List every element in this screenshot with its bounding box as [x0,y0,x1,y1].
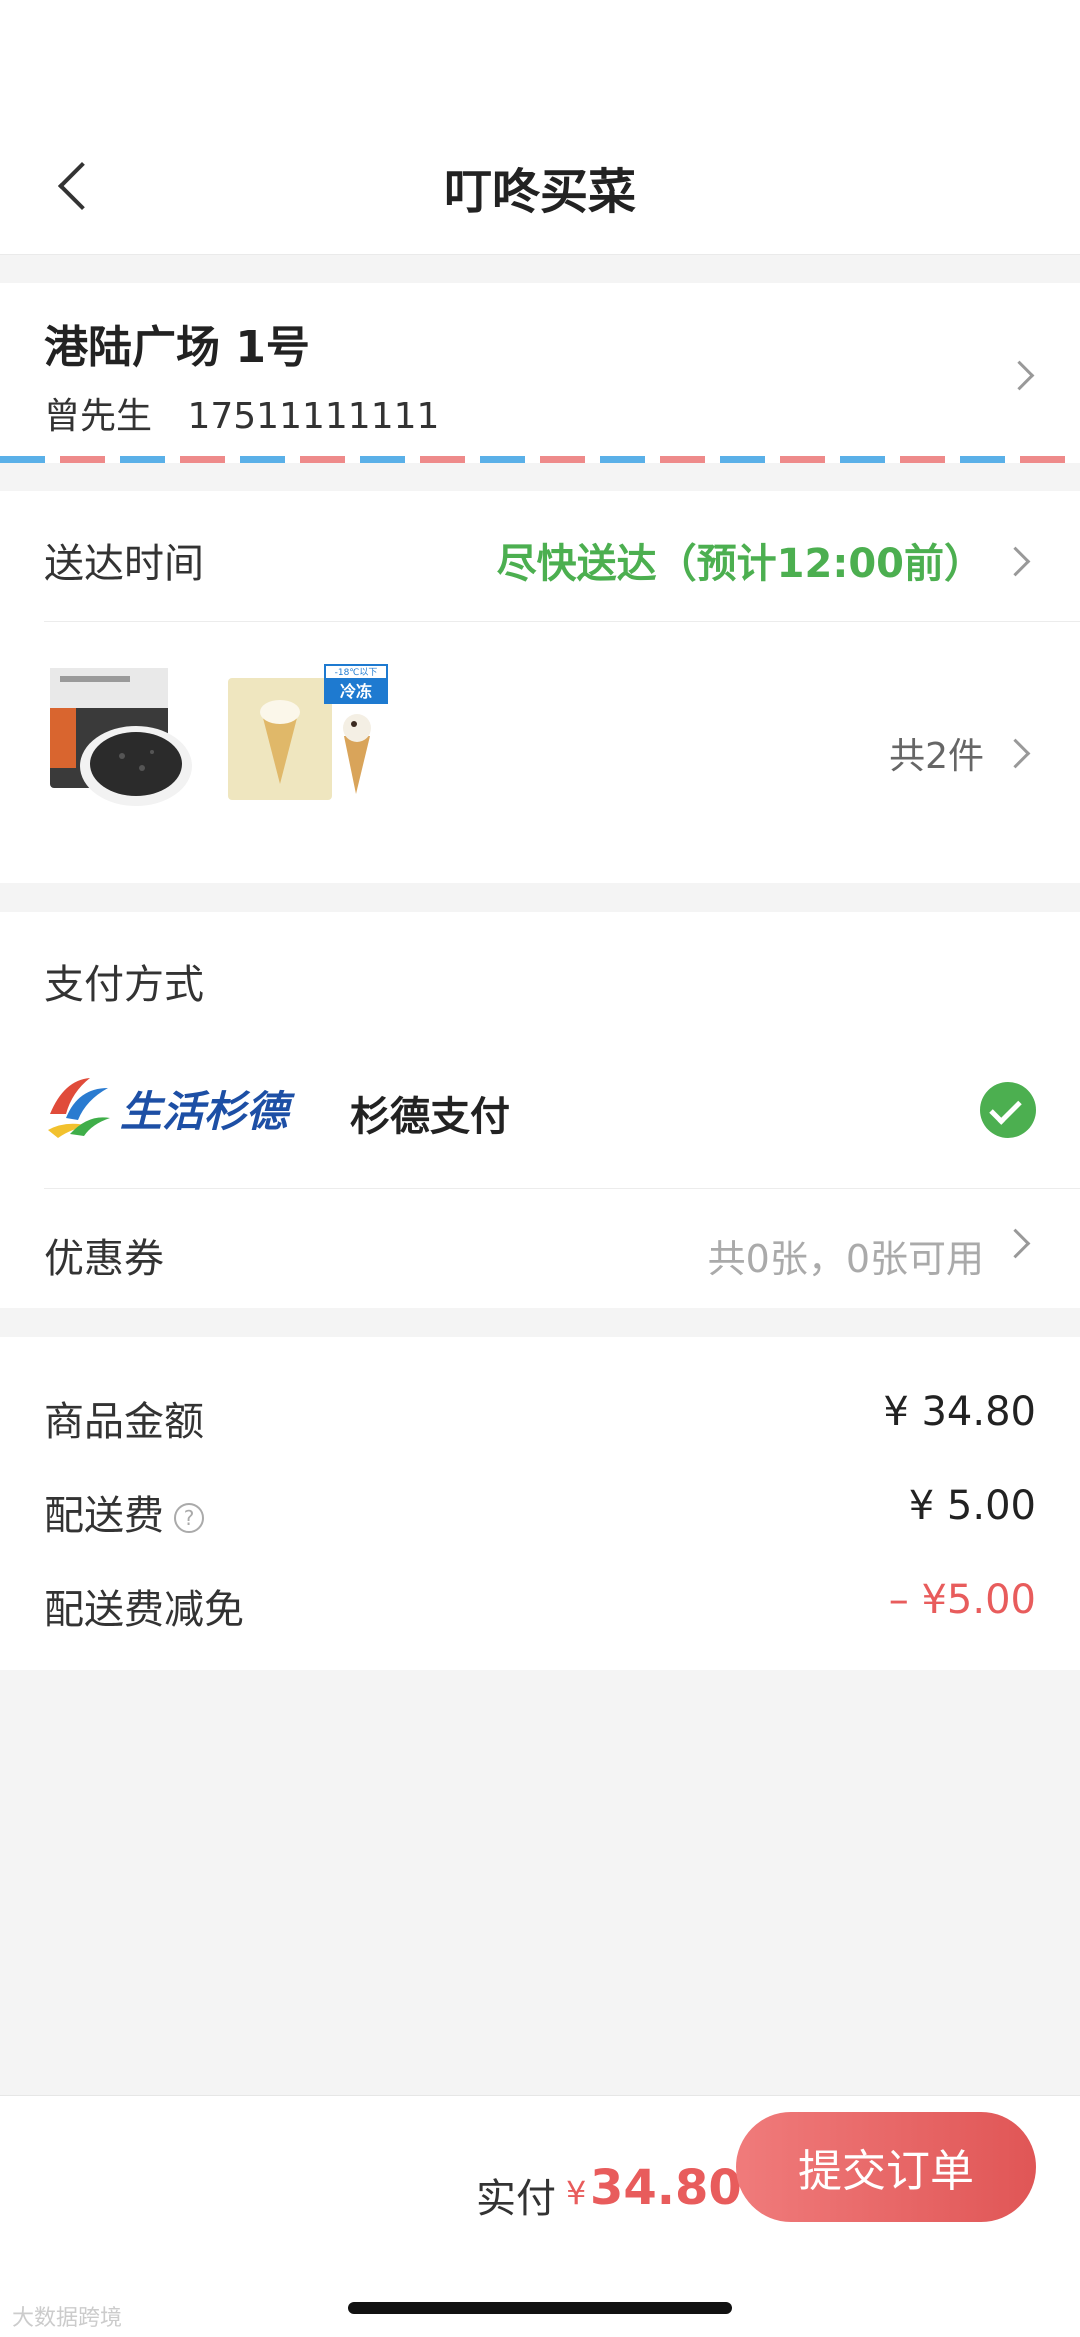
total-label: 实付 [476,2176,556,2222]
back-arrow-icon [57,161,107,211]
shipping-discount-value: – ¥5.00 [888,1577,1036,1623]
order-confirm-page: 叮咚买菜 港陆广场 1号 曾先生 17511111111 送达时间 尽快送达（预… [0,0,1080,2337]
goods-amount-label: 商品金额 [44,1399,204,1445]
back-button[interactable] [40,150,112,222]
delivery-time-value: 尽快送达（预计12:00前） [496,541,984,587]
airmail-border [0,456,1080,463]
amount-card: 商品金额 ¥ 34.80 配送费? ¥ 5.00 配送费减免 – ¥5.00 [0,1337,1080,1670]
goods-amount-row: 商品金额 ¥ 34.80 [44,1389,1036,1449]
contact-phone: 17511111111 [187,396,440,437]
total-currency: ¥ [566,2174,587,2212]
status-bar-area [0,0,1080,120]
product-image-icecream[interactable]: -18℃以下 冷冻 [228,664,388,816]
goods-amount-value: ¥ 34.80 [883,1389,1036,1435]
submit-order-button[interactable]: 提交订单 [736,2112,1036,2222]
delivery-card: 送达时间 尽快送达（预计12:00前） -18℃以下 冷冻 共2件 [0,491,1080,883]
delivery-time-label: 送达时间 [44,541,204,587]
shipping-fee-row: 配送费? ¥ 5.00 [44,1483,1036,1543]
shipping-discount-label: 配送费减免 [44,1587,244,1633]
delivery-time-row[interactable]: 送达时间 尽快送达（预计12:00前） [44,491,1080,622]
address-card[interactable]: 港陆广场 1号 曾先生 17511111111 [0,283,1080,463]
home-indicator[interactable] [348,2302,732,2314]
sande-logo-icon: 生活杉德 [48,1078,295,1138]
check-circle-icon[interactable] [980,1082,1036,1138]
goods-count[interactable]: 共2件 [889,727,984,779]
total-amount: 34.80 [590,2160,742,2216]
bottom-checkout-bar: 实付 ¥ 34.80 提交订单 [0,2095,1080,2337]
shipping-discount-row: 配送费减免 – ¥5.00 [44,1577,1036,1637]
address-title: 港陆广场 1号 [44,322,310,373]
address-contact: 曾先生 17511111111 [44,387,463,439]
coupon-row[interactable]: 优惠券 共0张，0张可用 [44,1188,1080,1308]
payment-option-sande[interactable]: 生活杉德 杉德支付 [44,1042,1080,1189]
page-title: 叮咚买菜 [443,164,636,220]
contact-name: 曾先生 [44,396,153,437]
watermark: 大数据跨境 [12,2306,123,2331]
shipping-fee-value: ¥ 5.00 [908,1483,1036,1529]
shipping-fee-label-wrap: 配送费? [44,1483,204,1541]
frozen-temp-text: -18℃以下 [335,668,378,678]
product-image-seaweed[interactable] [44,664,196,816]
sande-logo-text: 生活杉德 [120,1087,295,1136]
nav-header: 叮咚买菜 [0,120,1080,255]
payment-section-title: 支付方式 [44,962,204,1008]
shipping-fee-label: 配送费 [44,1493,164,1539]
coupon-label: 优惠券 [44,1236,164,1282]
help-icon[interactable]: ? [174,1503,204,1533]
payment-method-name: 杉德支付 [350,1094,510,1140]
payment-card: 支付方式 生活杉德 杉德支付 优惠券 共0张，0张可用 [0,912,1080,1308]
coupon-value: 共0张，0张可用 [707,1237,984,1281]
frozen-tag-text: 冷冻 [340,682,372,701]
